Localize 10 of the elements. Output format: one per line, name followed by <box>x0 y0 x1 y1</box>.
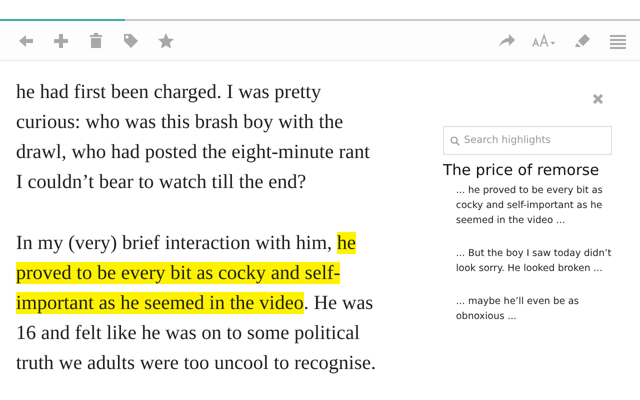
search-field[interactable]: Search highlights <box>443 126 612 155</box>
article-paragraph: he had first been charged. I was pretty curious: who was this brash boy with the drawl, who had posted the eight-minute rant I couldn’t bear to watch till the end? <box>16 80 371 195</box>
highlights-title: The price of remorse <box>443 161 600 179</box>
highlight-excerpt[interactable]: ... he proved to be every bit as cocky and self-important as he seemed in the video ... <box>456 183 612 228</box>
star-icon[interactable] <box>156 30 176 50</box>
article-paragraph: In my (very) brief interaction with him, he proved to be every bit as cocky and self- important as he seemed in the video. He was 16 and felt like he was on to some political truth we adults were too uncool to recognise. <box>16 231 377 376</box>
close-icon[interactable] <box>592 93 604 105</box>
search-icon <box>450 136 460 146</box>
highlight-excerpt[interactable]: ... maybe he’ll even be as obnoxious ... <box>456 294 612 324</box>
highlight-excerpt[interactable]: ... But the boy I saw today didn’t look sorry. He looked broken ... <box>456 246 612 276</box>
